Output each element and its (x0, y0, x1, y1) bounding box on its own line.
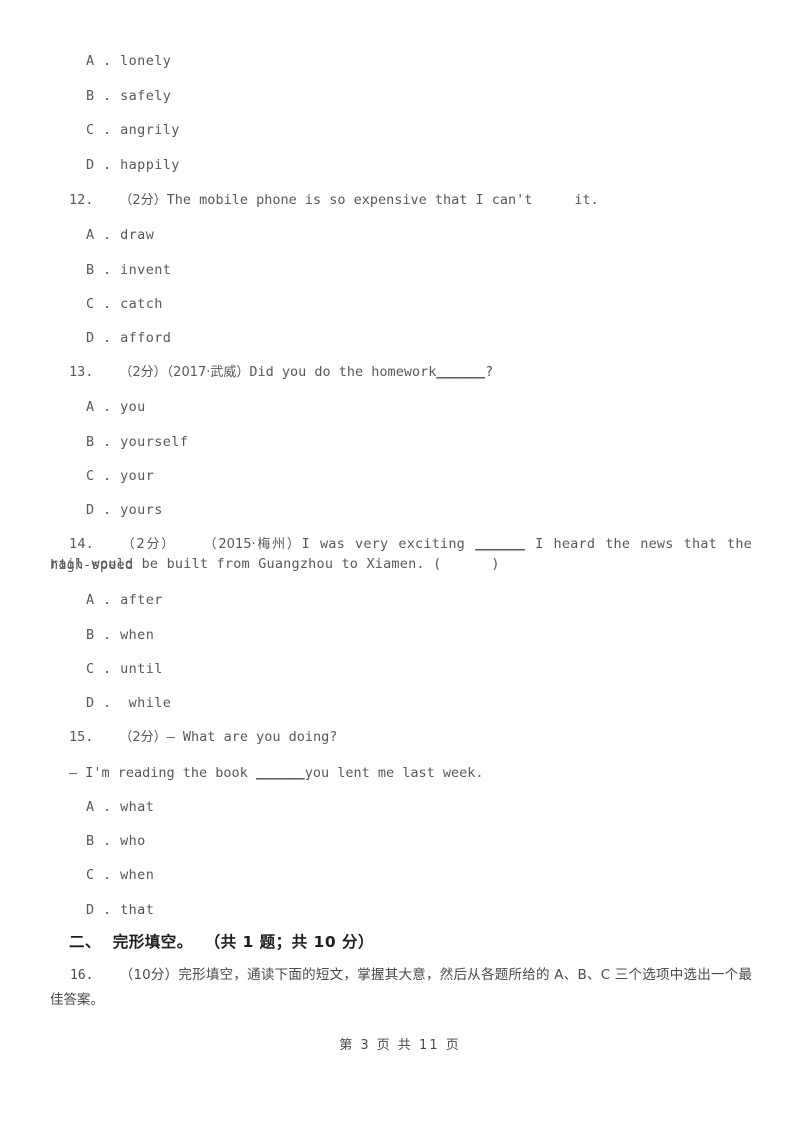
question-stem-text: Did you do the homework (249, 364, 437, 380)
question-marks: （2分） (119, 537, 176, 552)
question-number: 13. (69, 364, 94, 380)
question-marks: （2分） (119, 365, 167, 380)
option-item: C . angrily (86, 122, 180, 138)
question-stem-tail: it. (574, 192, 599, 208)
question-marks: （2分） (119, 193, 167, 208)
question-stem-text: I was very exciting (301, 536, 466, 552)
option-item: D . that (86, 902, 155, 918)
option-item: C . catch (86, 296, 163, 312)
question-stem-tail: ? (485, 364, 494, 380)
question-number: 15. (69, 729, 94, 745)
question-number: 12. (69, 192, 94, 208)
question-16-stem: 16. （10分）完形填空，通读下面的短文，掌握其大意，然后从各题所给的 A、B、… (50, 963, 752, 1012)
option-item: C . your (86, 468, 155, 484)
page-footer: 第 3 页 共 11 页 (339, 1038, 461, 1053)
section-heading: 二、 完形填空。 （共 1 题；共 10 分） (69, 933, 375, 951)
document-page: A . lonely B . safely C . angrily D . ha… (0, 0, 800, 1132)
question-marks: （2分） (119, 730, 167, 745)
option-item: D . happily (86, 157, 180, 173)
question-number: 14. (69, 536, 94, 552)
question-14-stem-continued: rail would be built from Guangzhou to Xi… (50, 556, 500, 572)
question-source: （2015·梅州） (201, 537, 302, 552)
question-stem-tail: you lent me last week. (304, 765, 484, 781)
question-13-stem: 13. （2分）（2017·武威）Did you do the homework_… (69, 362, 769, 383)
option-item: A . lonely (86, 53, 172, 69)
option-item: B . yourself (86, 434, 189, 450)
answer-blank: ______ (475, 536, 526, 552)
question-marks: （10分） (119, 967, 179, 983)
question-stem-text: The mobile phone is so expensive that I … (166, 192, 533, 208)
option-item: B . when (86, 627, 155, 643)
question-stem-text: — What are you doing? (166, 729, 338, 745)
question-number: 16. (70, 968, 94, 983)
option-item: A . you (86, 399, 146, 415)
option-item: D . yours (86, 502, 163, 518)
question-stem-dialogue: — I'm reading the book (69, 765, 256, 781)
option-item: A . what (86, 799, 155, 815)
answer-blank: ______ (436, 364, 486, 380)
option-item: C . until (86, 661, 163, 677)
question-source: （2017·武威） (166, 365, 250, 380)
option-item: D . while (86, 695, 172, 711)
option-item: D . afford (86, 330, 172, 346)
question-15-stem: 15. （2分）— What are you doing? (69, 727, 769, 748)
option-item: B . invent (86, 262, 172, 278)
option-item: A . draw (86, 227, 155, 243)
option-item: B . who (86, 833, 146, 849)
answer-blank: ______ (255, 765, 305, 781)
question-15-stem-continued: — I'm reading the book ______you lent me… (69, 763, 769, 784)
option-item: B . safely (86, 88, 172, 104)
question-12-stem: 12. （2分）The mobile phone is so expensive … (69, 190, 769, 211)
option-item: C . when (86, 867, 155, 883)
option-item: A . after (86, 592, 163, 608)
